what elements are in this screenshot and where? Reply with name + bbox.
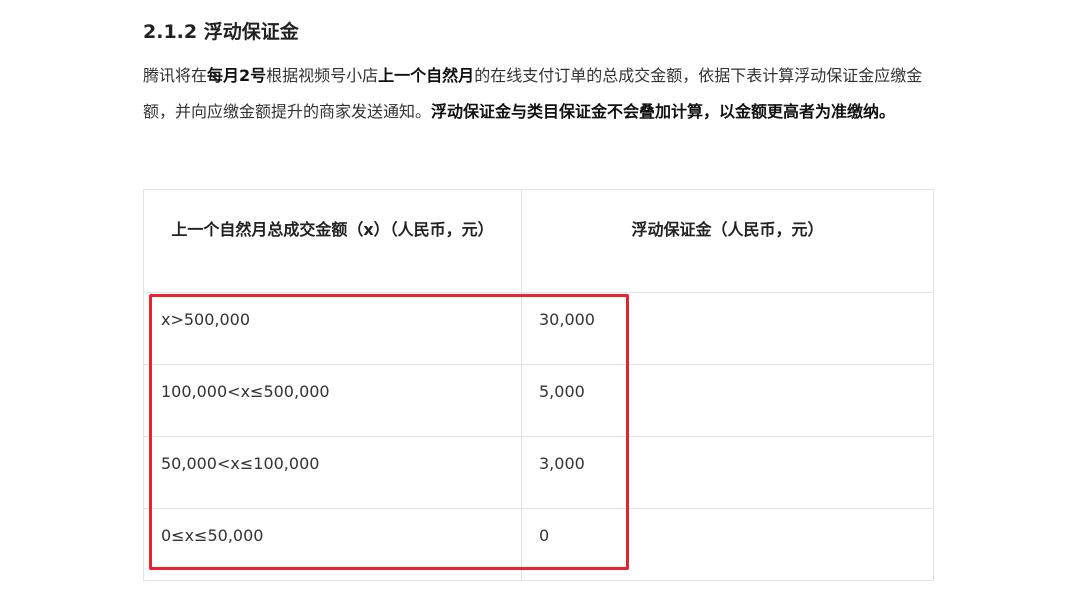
- table-row: 50,000<x≤100,000 3,000: [143, 436, 934, 509]
- intro-text-2: 根据视频号小店: [266, 66, 379, 85]
- table-row: 100,000<x≤500,000 5,000: [143, 364, 934, 437]
- header-monthly-gmv: 上一个自然月总成交金额（x）（人民币，元）: [143, 189, 522, 293]
- intro-emphasis-rule: 浮动保证金与类目保证金不会叠加计算，以金额更高者为准缴纳。: [431, 102, 896, 121]
- cell-deposit-amount: 5,000: [521, 364, 934, 437]
- cell-gmv-range: 50,000<x≤100,000: [143, 436, 522, 509]
- section-heading: 2.1.2 浮动保证金: [143, 21, 299, 43]
- intro-emphasis-date: 每月2号: [207, 66, 267, 85]
- intro-paragraph: 腾讯将在每月2号根据视频号小店上一个自然月的在线支付订单的总成交金额，依据下表计…: [143, 58, 939, 130]
- table-row: 0≤x≤50,000 0: [143, 508, 934, 581]
- intro-emphasis-period: 上一个自然月: [378, 66, 475, 85]
- table-header-row: 上一个自然月总成交金额（x）（人民币，元） 浮动保证金（人民币，元）: [143, 189, 934, 293]
- deposit-table: 上一个自然月总成交金额（x）（人民币，元） 浮动保证金（人民币，元） x>500…: [143, 189, 934, 581]
- header-floating-deposit: 浮动保证金（人民币，元）: [521, 189, 934, 293]
- table-row: x>500,000 30,000: [143, 292, 934, 365]
- cell-deposit-amount: 0: [521, 508, 934, 581]
- cell-gmv-range: 0≤x≤50,000: [143, 508, 522, 581]
- cell-gmv-range: 100,000<x≤500,000: [143, 364, 522, 437]
- cell-deposit-amount: 3,000: [521, 436, 934, 509]
- cell-gmv-range: x>500,000: [143, 292, 522, 365]
- cell-deposit-amount: 30,000: [521, 292, 934, 365]
- intro-text-1: 腾讯将在: [143, 66, 208, 85]
